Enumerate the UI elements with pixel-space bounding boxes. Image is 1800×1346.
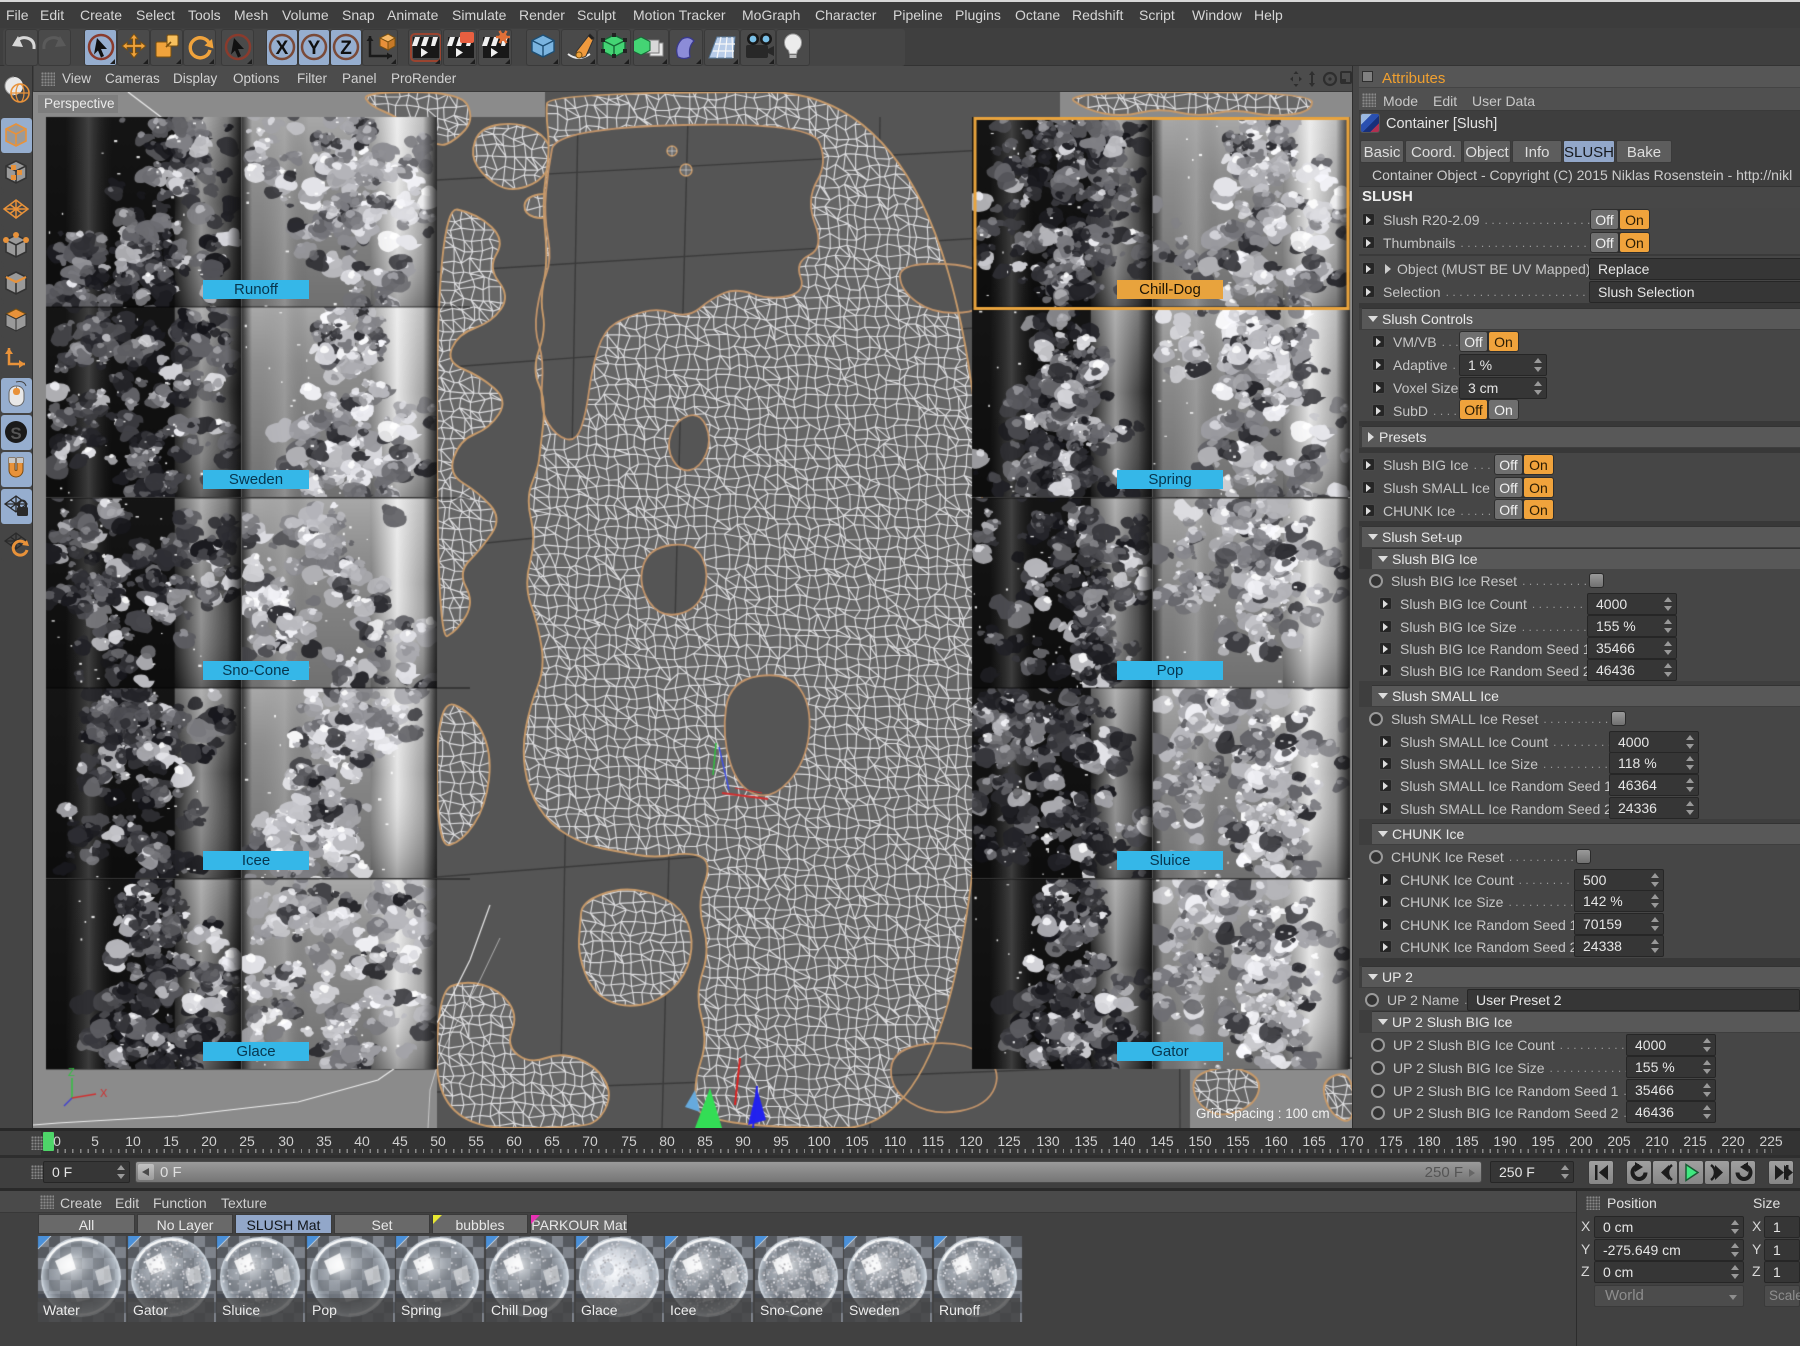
svg-text:Z: Z <box>340 38 352 59</box>
svg-text:X: X <box>276 38 289 59</box>
svg-text:S: S <box>10 424 21 443</box>
svg-text:Y: Y <box>308 38 321 59</box>
